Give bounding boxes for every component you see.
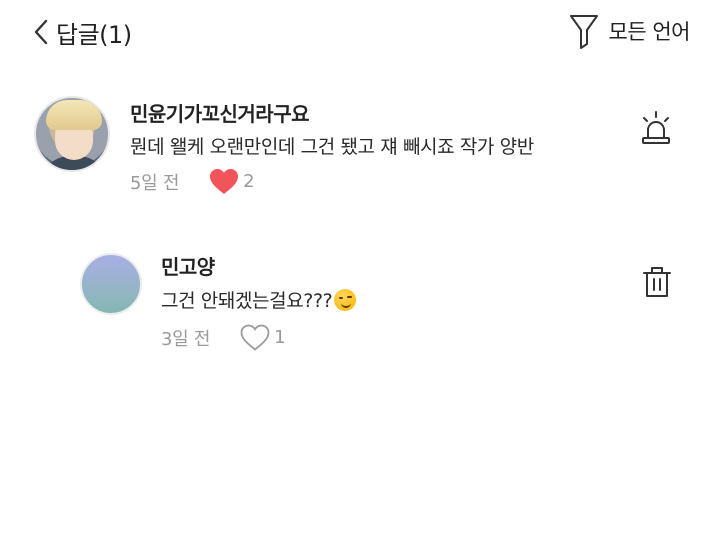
chevron-left-icon (34, 19, 48, 45)
heart-filled-icon (209, 168, 239, 195)
avatar[interactable] (80, 253, 142, 315)
reply-time: 3일 전 (161, 328, 211, 350)
smirk-emoji-icon (334, 289, 357, 311)
reply-username[interactable]: 민고양 (161, 251, 215, 280)
reply-meta: 3일 전 1 (161, 324, 286, 351)
header: 답글(1) 모든 언어 (0, 0, 720, 64)
comment-username[interactable]: 민윤기가꼬신거라구요 (130, 98, 310, 127)
filter-icon (569, 13, 609, 49)
like-button[interactable]: 2 (209, 168, 255, 195)
comment-item: 민윤기가꼬신거라구요 뭔데 왤케 오랜만인데 그건 됐고 쟤 빼시죠 작가 양반… (34, 92, 694, 202)
trash-icon (642, 267, 672, 303)
report-siren-icon (640, 111, 672, 148)
page-title: 답글(1) (56, 20, 132, 49)
comment-meta: 5일 전 2 (130, 168, 255, 195)
like-count: 1 (274, 327, 286, 348)
reply-text-content: 그건 안돼겠는걸요??? (161, 290, 333, 312)
language-filter-button[interactable]: 모든 언어 (569, 12, 691, 50)
heart-outline-icon (240, 324, 270, 351)
replies-page: 답글(1) 모든 언어 민윤기가꼬신거라구요 뭔데 왤케 오랜만인데 그건 됐고… (0, 0, 720, 540)
language-filter-label: 모든 언어 (608, 20, 691, 44)
report-button[interactable] (640, 110, 672, 148)
delete-button[interactable] (642, 265, 672, 303)
reply-item: 민고양 그건 안돼겠는걸요??? 3일 전 1 (80, 245, 694, 355)
back-button[interactable]: 답글(1) (34, 14, 132, 50)
comment-time: 5일 전 (130, 172, 180, 194)
like-count: 2 (243, 171, 255, 192)
comment-text: 뭔데 왤케 오랜만인데 그건 됐고 쟤 빼시죠 작가 양반 (130, 136, 534, 158)
like-button[interactable]: 1 (240, 324, 286, 351)
reply-text: 그건 안돼겠는걸요??? (161, 286, 357, 313)
avatar[interactable] (34, 96, 110, 172)
